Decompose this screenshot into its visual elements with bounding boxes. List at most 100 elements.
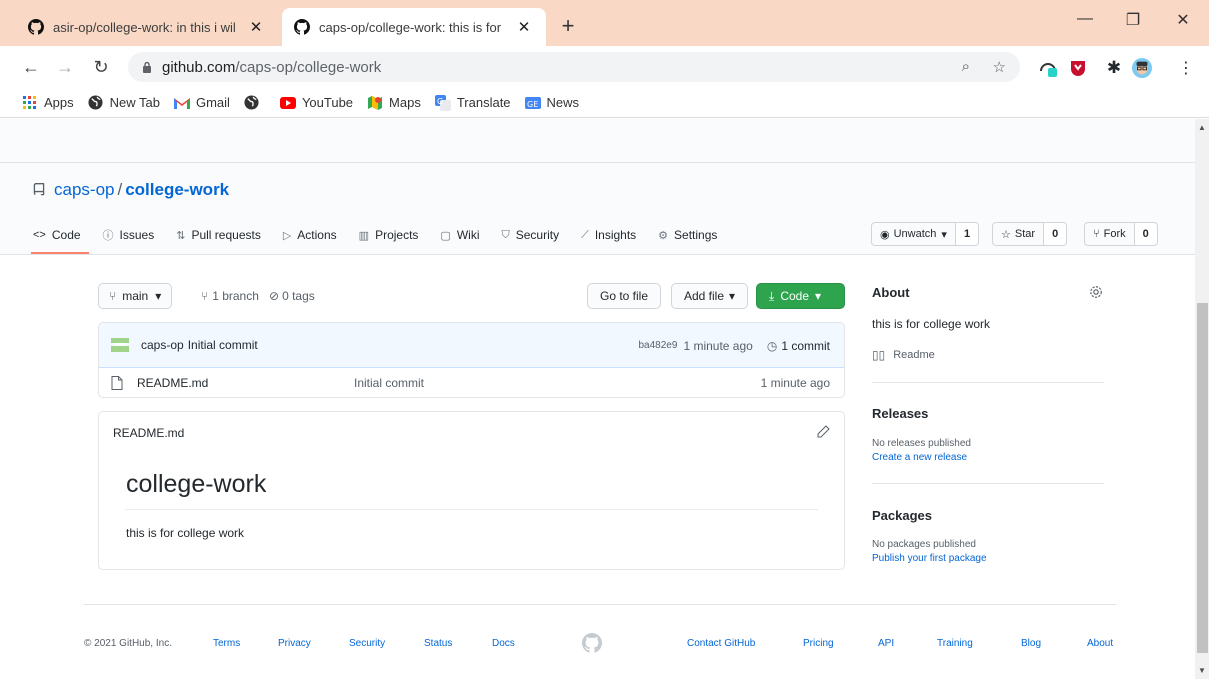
browser-toolbar: ← → ↻ github.com/caps-op/college-work ⌕ …: [0, 46, 1209, 88]
zoom-icon[interactable]: ⌕: [962, 58, 970, 75]
bookmark-new-tab[interactable]: New Tab: [88, 95, 160, 111]
branch-icon: ⑂: [109, 289, 117, 303]
star-button-group[interactable]: ☆ Star 0: [992, 222, 1068, 246]
footer-link-status[interactable]: Status: [424, 638, 452, 649]
star-button[interactable]: ☆ Star: [992, 222, 1045, 246]
forward-icon[interactable]: →: [52, 54, 78, 80]
star-bookmark-icon[interactable]: ☆: [993, 58, 1006, 76]
bookmark-news[interactable]: GE News: [524, 95, 579, 111]
tab-actions[interactable]: ▷ Actions: [283, 219, 337, 251]
pencil-icon[interactable]: [817, 425, 830, 438]
footer-link-docs[interactable]: Docs: [492, 638, 515, 649]
book-icon: ▢: [440, 229, 451, 242]
branches-link[interactable]: ⑂ 1 branch: [201, 283, 259, 309]
back-icon[interactable]: ←: [18, 54, 44, 80]
extension-shield-icon[interactable]: [1068, 58, 1088, 78]
footer-link-privacy[interactable]: Privacy: [278, 638, 311, 649]
scroll-down-arrow-icon[interactable]: ▼: [1195, 664, 1209, 678]
extension-speed-icon[interactable]: [1038, 58, 1058, 78]
close-tab-icon[interactable]: ✕: [514, 18, 534, 36]
go-to-file-button[interactable]: Go to file: [587, 283, 662, 309]
repo-name-link[interactable]: college-work: [125, 180, 229, 200]
scrollbar-thumb[interactable]: [1197, 303, 1208, 653]
tab-security[interactable]: ⛉ Security: [502, 219, 560, 251]
readme-link[interactable]: ▯▯ Readme: [872, 348, 935, 362]
publish-package-link[interactable]: Publish your first package: [872, 553, 987, 564]
tab-label: Code: [51, 228, 81, 242]
code-dropdown-button[interactable]: ⤓ Code ▾: [756, 283, 845, 309]
tab-settings[interactable]: ⚙ Settings: [658, 219, 717, 251]
fork-button-group[interactable]: ⑂ Fork 0: [1084, 222, 1158, 246]
tab-projects[interactable]: ▥ Projects: [359, 219, 419, 251]
commit-message[interactable]: Initial commit: [188, 338, 258, 352]
bookmark-gmail[interactable]: Gmail: [173, 95, 230, 111]
commit-author[interactable]: caps-op: [141, 338, 184, 352]
restore-button[interactable]: ❐: [1110, 10, 1156, 30]
tab-title: caps-op/college-work: this is for: [319, 19, 502, 35]
star-count[interactable]: 0: [1044, 222, 1068, 246]
github-logo-icon[interactable]: [582, 633, 602, 653]
bookmark-apps[interactable]: Apps: [22, 95, 74, 111]
extensions-puzzle-icon[interactable]: ✱: [1104, 58, 1124, 78]
file-commit-message[interactable]: Initial commit: [354, 376, 424, 390]
branch-icon: ⑂: [201, 289, 209, 303]
bookmark-translate[interactable]: G Translate: [434, 94, 511, 111]
tab-pull-requests[interactable]: ⇅ Pull requests: [176, 219, 261, 251]
commits-link[interactable]: 1 commit: [781, 339, 830, 353]
lock-icon: [143, 61, 151, 73]
minimize-button[interactable]: —: [1062, 10, 1108, 28]
branch-select-button[interactable]: ⑂ main ▾: [98, 283, 173, 309]
tab-insights[interactable]: ⟋ Insights: [581, 219, 636, 251]
close-window-button[interactable]: ✕: [1160, 10, 1206, 30]
code-icon: <>: [33, 229, 46, 241]
footer-link-terms[interactable]: Terms: [213, 638, 240, 649]
browser-tab-1[interactable]: asir-op/college-work: in this i wil ✕: [16, 8, 278, 46]
watch-count[interactable]: 1: [955, 222, 980, 246]
repo-owner-link[interactable]: caps-op: [54, 180, 114, 200]
packages-title[interactable]: Packages: [872, 508, 932, 523]
footer-link-pricing[interactable]: Pricing: [803, 638, 834, 649]
add-file-button[interactable]: Add file ▾: [671, 283, 749, 309]
menu-kebab-icon[interactable]: ⋮: [1176, 58, 1196, 78]
tab-code[interactable]: <> Code: [31, 219, 89, 254]
repo-separator: /: [117, 180, 123, 199]
star-label: Star: [1014, 228, 1036, 240]
footer-link-training[interactable]: Training: [937, 638, 973, 649]
footer-link-contact[interactable]: Contact GitHub: [687, 638, 755, 649]
tags-link[interactable]: ⊘ 0 tags: [269, 283, 315, 309]
file-row[interactable]: README.md Initial commit 1 minute ago: [99, 368, 844, 397]
avatar[interactable]: [111, 336, 129, 354]
caret-down-icon: ▾: [155, 289, 162, 303]
commit-sha[interactable]: ba482e9: [639, 340, 678, 351]
create-release-link[interactable]: Create a new release: [872, 452, 967, 463]
tab-label: Insights: [594, 228, 637, 242]
tab-issues[interactable]: ⓘ Issues: [103, 219, 155, 251]
readme-header: README.md: [99, 412, 844, 454]
releases-title[interactable]: Releases: [872, 406, 928, 421]
bookmark-globe[interactable]: [244, 95, 266, 111]
watch-button[interactable]: ◉ Unwatch ▾: [871, 222, 956, 246]
footer-link-security[interactable]: Security: [349, 638, 385, 649]
scroll-up-arrow-icon[interactable]: ▲: [1195, 121, 1209, 135]
fork-button[interactable]: ⑂ Fork: [1084, 222, 1135, 246]
file-name[interactable]: README.md: [137, 376, 208, 390]
footer-link-about[interactable]: About: [1087, 638, 1113, 649]
new-tab-button[interactable]: +: [554, 12, 582, 40]
github-page: caps-op / college-work ◉ Unwatch ▾ 1 ☆ Star…: [0, 119, 1195, 679]
fork-icon: ⑂: [1093, 228, 1100, 240]
footer-link-blog[interactable]: Blog: [1021, 638, 1041, 649]
close-tab-icon[interactable]: ✕: [246, 18, 266, 36]
watch-button-group[interactable]: ◉ Unwatch ▾ 1: [871, 222, 980, 246]
bookmark-label: Maps: [389, 95, 421, 110]
bookmark-youtube[interactable]: YouTube: [279, 95, 353, 111]
reload-icon[interactable]: ↻: [88, 54, 114, 80]
bookmark-maps[interactable]: Maps: [367, 95, 421, 111]
fork-count[interactable]: 0: [1134, 222, 1158, 246]
browser-tab-2[interactable]: caps-op/college-work: this is for ✕: [282, 8, 546, 46]
profile-avatar[interactable]: [1132, 58, 1152, 78]
address-bar[interactable]: github.com/caps-op/college-work ⌕ ☆: [128, 52, 1020, 82]
gear-icon[interactable]: [1089, 285, 1103, 299]
footer-link-api[interactable]: API: [878, 638, 894, 649]
watch-label: Unwatch: [893, 228, 937, 240]
tab-wiki[interactable]: ▢ Wiki: [440, 219, 479, 251]
